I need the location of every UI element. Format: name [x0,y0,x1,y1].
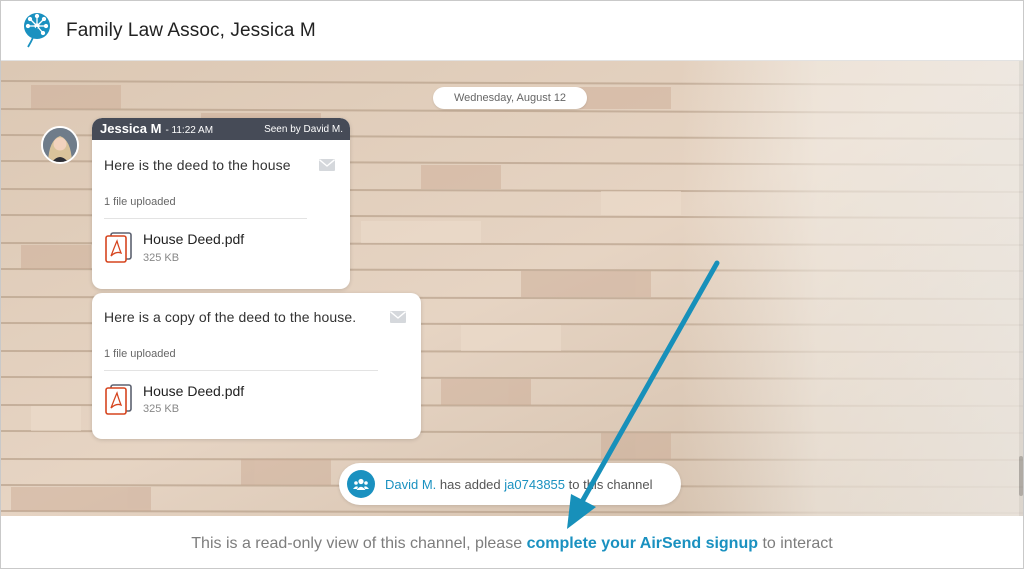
message-card: Here is a copy of the deed to the house.… [92,293,421,439]
complete-signup-link[interactable]: complete your AirSend signup [527,535,758,552]
channel-header: Family Law Assoc, Jessica M [1,1,1023,61]
avatar[interactable] [41,126,79,164]
member-added-event: David M. has added ja0743855 to this cha… [339,463,681,505]
users-group-icon [347,470,375,498]
divider [104,218,307,219]
scrollbar-thumb[interactable] [1019,456,1023,496]
footer-suffix: to interact [762,535,833,552]
message-text: Here is a copy of the deed to the house. [104,309,357,325]
email-icon[interactable] [319,159,335,171]
files-uploaded-label: 1 file uploaded [104,196,176,208]
read-only-footer: This is a read-only view of this channel… [1,516,1023,568]
files-uploaded-label: 1 file uploaded [104,348,176,360]
message-card: Jessica M - 11:22 AM Seen by David M. Her… [92,118,350,289]
seen-by-label: Seen by David M. [264,123,343,135]
message-time: - 11:22 AM [165,125,214,136]
event-action: has added [439,476,501,492]
file-name-link[interactable]: House Deed.pdf [143,231,244,247]
app-window: Family Law Assoc, Jessica M Wednesday, A… [0,0,1024,569]
footer-prefix: This is a read-only view of this channel… [191,535,523,552]
event-suffix: to this channel [568,476,653,492]
divider [104,370,378,371]
message-author[interactable]: Jessica M [100,121,161,136]
wall-fade [681,61,1023,516]
pdf-file-icon[interactable] [104,231,134,263]
pdf-file-icon[interactable] [104,383,134,415]
message-text: Here is the deed to the house [104,157,291,173]
file-size: 325 KB [143,403,180,415]
channel-title: Family Law Assoc, Jessica M [66,19,316,41]
event-actor-link[interactable]: David M. [385,477,436,492]
event-text: David M. has added ja0743855 to this cha… [385,477,652,492]
scrollbar[interactable] [1019,61,1023,516]
email-icon[interactable] [390,311,406,323]
event-target-link[interactable]: ja0743855 [504,477,565,492]
date-separator: Wednesday, August 12 [433,87,587,109]
message-header: Jessica M - 11:22 AM Seen by David M. [92,118,350,140]
dandelion-logo-icon[interactable] [22,11,52,51]
file-name-link[interactable]: House Deed.pdf [143,383,244,399]
file-size: 325 KB [143,252,180,264]
